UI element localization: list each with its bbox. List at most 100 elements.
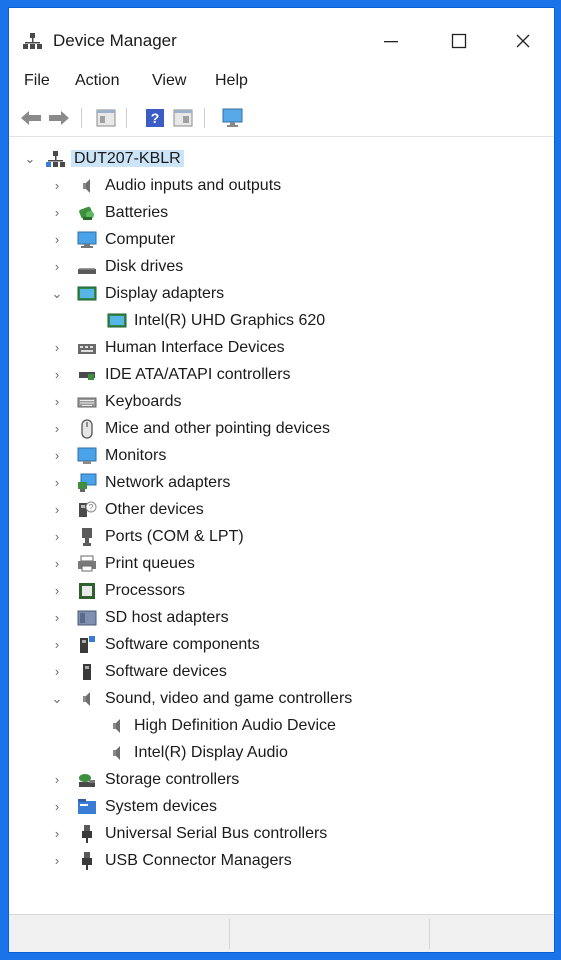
tree-item-label: Software devices (105, 663, 227, 680)
forward-button[interactable] (47, 106, 71, 130)
chevron-right-icon[interactable]: › (51, 367, 63, 383)
tree-item-batteries[interactable]: › Batteries (9, 200, 554, 227)
chevron-right-icon[interactable]: › (51, 637, 63, 653)
status-divider (429, 919, 430, 949)
tree-item-processors[interactable]: › Processors (9, 578, 554, 605)
tree-item-label: IDE ATA/ATAPI controllers (105, 366, 291, 383)
network-adapter-icon (78, 473, 97, 492)
close-icon (516, 34, 530, 48)
tree-item-label: Universal Serial Bus controllers (105, 825, 328, 842)
battery-icon (79, 206, 94, 220)
toolbar-separator (126, 108, 127, 128)
mouse-icon (81, 419, 93, 439)
tree-item-usb-connector-managers[interactable]: › USB Connector Managers (9, 848, 554, 875)
display-adapter-icon (107, 313, 127, 328)
tree-item-monitors[interactable]: › Monitors (9, 443, 554, 470)
tree-item-keyboards[interactable]: › Keyboards (9, 389, 554, 416)
chevron-right-icon[interactable]: › (51, 529, 63, 545)
tree-item-storage-controllers[interactable]: › Storage controllers (9, 767, 554, 794)
tree-item-display-adapters[interactable]: ⌄ Display adapters (9, 281, 554, 308)
back-button[interactable] (19, 106, 43, 130)
tree-item-mice[interactable]: › Mice and other pointing devices (9, 416, 554, 443)
properties-button[interactable] (94, 106, 118, 130)
scan-hardware-button[interactable] (221, 106, 245, 130)
chevron-right-icon[interactable]: › (51, 664, 63, 680)
chevron-right-icon[interactable]: › (51, 394, 63, 410)
chevron-right-icon[interactable]: › (51, 232, 63, 248)
tree-item-intel-display-audio[interactable]: Intel(R) Display Audio (9, 740, 554, 767)
system-devices-icon (78, 799, 96, 814)
tree-item-other-devices[interactable]: › ? Other devices (9, 497, 554, 524)
chevron-right-icon[interactable]: › (51, 556, 63, 572)
menu-bar: File Action View Help (9, 68, 554, 96)
maximize-icon (451, 33, 467, 49)
toolbar-separator (81, 108, 82, 128)
chevron-right-icon[interactable]: › (51, 421, 63, 437)
storage-controller-icon (79, 774, 95, 787)
tree-item-label: Intel(R) UHD Graphics 620 (134, 312, 326, 329)
chevron-right-icon[interactable]: › (51, 799, 63, 815)
chevron-right-icon[interactable]: › (51, 259, 63, 275)
display-adapter-icon (77, 286, 97, 301)
tree-item-label: Batteries (105, 204, 169, 221)
port-icon (82, 528, 92, 546)
tree-item-label: USB Connector Managers (105, 852, 292, 869)
status-bar (9, 914, 554, 952)
tree-item-intel-uhd-graphics[interactable]: Intel(R) UHD Graphics 620 (9, 308, 554, 335)
tree-root[interactable]: ⌄ DUT207-KBLR (9, 146, 554, 173)
title-bar[interactable]: Device Manager (9, 8, 554, 66)
menu-view[interactable]: View (152, 72, 186, 90)
disk-drive-icon (78, 268, 96, 274)
chevron-down-icon[interactable]: ⌄ (51, 286, 63, 302)
tree-item-ide-controllers[interactable]: › IDE ATA/ATAPI controllers (9, 362, 554, 389)
tree-item-print-queues[interactable]: › Print queues (9, 551, 554, 578)
chevron-down-icon[interactable]: ⌄ (51, 691, 63, 707)
tree-item-ports[interactable]: › Ports (COM & LPT) (9, 524, 554, 551)
device-manager-window: Device Manager File Action View Help ? ⌄… (9, 8, 554, 952)
menu-action[interactable]: Action (75, 72, 119, 90)
tree-item-system-devices[interactable]: › System devices (9, 794, 554, 821)
tree-item-human-interface-devices[interactable]: › Human Interface Devices (9, 335, 554, 362)
minimize-button[interactable] (369, 22, 413, 60)
tree-item-network-adapters[interactable]: › Network adapters (9, 470, 554, 497)
back-arrow-icon (21, 111, 41, 125)
update-driver-button[interactable] (171, 106, 195, 130)
chevron-right-icon[interactable]: › (51, 583, 63, 599)
maximize-button[interactable] (437, 22, 481, 60)
chevron-right-icon[interactable]: › (51, 178, 63, 194)
processor-icon (79, 583, 95, 599)
speaker-icon (113, 719, 120, 733)
menu-file[interactable]: File (24, 72, 50, 90)
help-button[interactable]: ? (143, 106, 167, 130)
tree-item-disk-drives[interactable]: › Disk drives (9, 254, 554, 281)
tree-item-software-components[interactable]: › Software components (9, 632, 554, 659)
chevron-right-icon[interactable]: › (51, 475, 63, 491)
menu-help[interactable]: Help (215, 72, 248, 90)
svg-text:?: ? (88, 503, 93, 513)
forward-arrow-icon (49, 111, 69, 125)
close-button[interactable] (501, 22, 545, 60)
tree-item-software-devices[interactable]: › Software devices (9, 659, 554, 686)
chevron-right-icon[interactable]: › (51, 826, 63, 842)
tree-item-label: Human Interface Devices (105, 339, 285, 356)
chevron-right-icon[interactable]: › (51, 610, 63, 626)
chevron-down-icon[interactable]: ⌄ (24, 151, 36, 167)
tree-item-label: Keyboards (105, 393, 182, 410)
tree-item-audio-inputs[interactable]: › Audio inputs and outputs (9, 173, 554, 200)
tree-item-computer[interactable]: › Computer (9, 227, 554, 254)
chevron-right-icon[interactable]: › (51, 340, 63, 356)
tree-item-label: Print queues (105, 555, 195, 572)
toolbar: ? (9, 100, 554, 137)
tree-item-label: Other devices (105, 501, 204, 518)
chevron-right-icon[interactable]: › (51, 502, 63, 518)
tree-item-hd-audio-device[interactable]: High Definition Audio Device (9, 713, 554, 740)
tree-item-sd-host-adapters[interactable]: › SD host adapters (9, 605, 554, 632)
chevron-right-icon[interactable]: › (51, 205, 63, 221)
tree-item-sound-video-game[interactable]: ⌄ Sound, video and game controllers (9, 686, 554, 713)
chevron-right-icon[interactable]: › (51, 772, 63, 788)
chevron-right-icon[interactable]: › (51, 448, 63, 464)
chevron-right-icon[interactable]: › (51, 853, 63, 869)
tree-item-usb-controllers[interactable]: › Universal Serial Bus controllers (9, 821, 554, 848)
tree-item-label: System devices (105, 798, 218, 815)
tree-item-label: Display adapters (105, 285, 225, 302)
